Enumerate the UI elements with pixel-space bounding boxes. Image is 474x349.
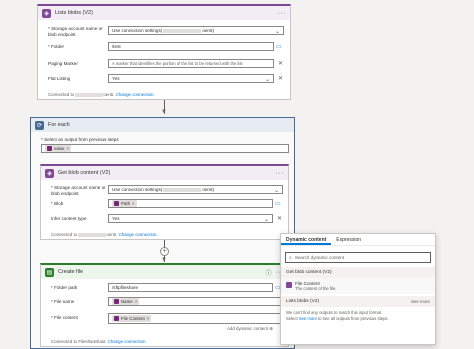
section-get-blob: Get blob content (V2)	[281, 267, 435, 278]
storage-account-dropdown[interactable]: Use connection settings( oen6) ⌄	[108, 26, 284, 35]
add-dynamic-content-link[interactable]: Add dynamic content ⊕	[227, 326, 273, 332]
create-file-header[interactable]: ▤ Create file ⓘ ···	[41, 265, 288, 279]
change-connection-link[interactable]: Change connection.	[119, 232, 158, 237]
clear-icon[interactable]: ✕	[278, 75, 283, 82]
add-circle-icon: ⊕	[269, 326, 273, 331]
file-content-input[interactable]: File Content ×	[108, 313, 283, 324]
folder-path-label: * Folder path	[51, 285, 78, 290]
redacted-block	[163, 28, 202, 33]
paging-marker-label: Paging Marker	[48, 61, 78, 66]
connection-info: Connected to oen6. Change connection.	[51, 232, 158, 237]
get-blob-card: ◈ Get blob content (V2) ··· * Storage ac…	[40, 164, 289, 240]
see-more-link[interactable]: See more	[299, 316, 317, 321]
clear-icon[interactable]: ✕	[277, 215, 282, 222]
folder-label: * Folder	[48, 44, 65, 49]
section-list-blobs: Lists blobs (V2) See more	[281, 296, 435, 307]
chevron-down-icon: ⌄	[273, 188, 279, 194]
remove-token-icon[interactable]: ×	[147, 316, 150, 321]
remove-token-icon[interactable]: ×	[132, 201, 135, 206]
folder-input[interactable]: /test	[108, 42, 274, 51]
remove-token-icon[interactable]: ×	[67, 146, 70, 151]
more-options-icon[interactable]: ···	[278, 10, 287, 17]
chevron-down-icon: ⌄	[263, 217, 269, 223]
storage-account-label: * Storage account name or blob endpoint	[48, 26, 103, 37]
chevron-down-icon: ⌄	[274, 29, 280, 35]
create-file-card: ▤ Create file ⓘ ··· * Folder path /sftpf…	[40, 263, 289, 347]
get-blob-title: Get blob content (V2)	[58, 170, 111, 176]
panel-tabs: Dynamic content Expression	[281, 234, 435, 246]
path-token: Path ×	[112, 200, 137, 207]
blob-storage-icon: ◈	[45, 168, 54, 178]
get-blob-header[interactable]: ◈ Get blob content (V2) ···	[41, 166, 288, 180]
name-token: Name ×	[112, 298, 140, 305]
folder-icon[interactable]: ▭	[275, 200, 281, 207]
list-blobs-title: Lists blobs (V2)	[55, 10, 93, 16]
connection-info: Connected to oen6. Change connection.	[48, 92, 155, 97]
arrow-down-icon: ▼	[161, 109, 167, 115]
info-icon[interactable]: ⓘ	[265, 268, 271, 277]
file-content-token: File Content ×	[112, 315, 152, 322]
flat-listing-label: Flat Listing	[48, 76, 71, 81]
sftp-icon: ▤	[45, 267, 54, 277]
tab-dynamic-content[interactable]: Dynamic content	[281, 234, 332, 245]
blob-label: * Blob	[51, 201, 64, 206]
blob-storage-icon: ◈	[42, 8, 51, 18]
list-blobs-card: ◈ Lists blobs (V2) ··· * Storage account…	[37, 4, 291, 100]
file-name-label: * File name	[51, 299, 75, 304]
create-file-title: Create file	[58, 269, 84, 275]
for-each-title: For each	[48, 122, 70, 128]
flat-listing-dropdown[interactable]: Yes ⌄	[108, 74, 274, 83]
loop-icon: ⟳	[35, 120, 44, 130]
change-connection-link[interactable]: Change connection.	[108, 339, 147, 344]
add-step-icon[interactable]: +	[160, 247, 169, 256]
file-content-label: * File content	[51, 315, 78, 320]
folder-icon[interactable]: ▭	[276, 43, 282, 50]
storage-account-label: * Storage account name or blob endpoint	[51, 185, 106, 196]
no-outputs-note: We can't find any outputs to match this …	[286, 310, 389, 321]
dynamic-content-panel: Dynamic content Expression ⌕ Search dyna…	[280, 233, 436, 345]
change-connection-link[interactable]: Change connection.	[116, 92, 155, 97]
item-description: The content of the file.	[295, 286, 337, 291]
remove-token-icon[interactable]: ×	[135, 299, 138, 304]
list-blobs-header[interactable]: ◈ Lists blobs (V2) ···	[38, 6, 290, 20]
select-output-label: * Select an output from previous steps	[41, 137, 119, 142]
blob-input[interactable]: Path ×	[108, 199, 273, 208]
search-input: Search dynamic content	[294, 255, 345, 260]
select-output-input[interactable]: value ×	[41, 144, 289, 153]
file-name-input[interactable]: Name ×	[108, 297, 283, 306]
infer-content-type-dropdown[interactable]: Yes ⌄	[108, 214, 273, 223]
storage-account-dropdown[interactable]: Use connection settings( oen6) ⌄	[108, 185, 283, 194]
paging-marker-input[interactable]: A marker that identifies the portion of …	[108, 59, 274, 68]
clear-icon[interactable]: ✕	[278, 60, 283, 67]
infer-content-type-label: Infer content type	[51, 216, 87, 221]
value-token: value ×	[45, 145, 72, 152]
redacted-block	[163, 187, 202, 192]
chevron-down-icon: ⌄	[264, 77, 270, 83]
folder-path-input[interactable]: /sftpfileshare	[108, 283, 273, 292]
file-content-item[interactable]: File Content The content of the file.	[281, 278, 435, 294]
connection-info: Connected to FileshareEast. Change conne…	[51, 339, 147, 344]
search-box[interactable]: ⌕ Search dynamic content	[285, 252, 431, 263]
tab-expression[interactable]: Expression	[331, 234, 366, 245]
see-more-link[interactable]: See more	[411, 299, 430, 304]
search-icon: ⌕	[289, 254, 292, 261]
for-each-header[interactable]: ⟳ For each	[31, 118, 294, 132]
blob-storage-icon	[286, 282, 292, 288]
more-options-icon[interactable]: ···	[276, 170, 285, 177]
